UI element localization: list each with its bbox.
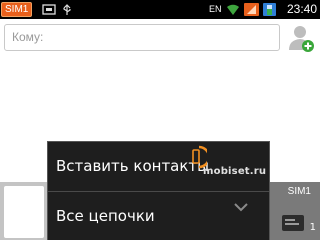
- recipient-row: Кому:: [0, 19, 320, 59]
- send-message-icon: [282, 215, 304, 231]
- sim-badge: SIM1: [1, 2, 33, 17]
- status-bar: SIM1 EN 23:40: [0, 0, 320, 19]
- message-count: 1: [309, 222, 316, 233]
- battery-icon: [263, 3, 276, 16]
- chevron-down-icon: [234, 203, 248, 212]
- sim-toggle-icon: [42, 4, 56, 15]
- watermark-text: mobiset.ru: [203, 166, 267, 177]
- recipient-input[interactable]: Кому:: [4, 24, 280, 51]
- usb-icon: [63, 4, 71, 15]
- context-menu: Вставить контакты Все цепочки: [47, 141, 270, 240]
- menu-item-all-threads[interactable]: Все цепочки: [48, 192, 269, 240]
- signal-icon: [244, 3, 259, 16]
- message-input[interactable]: [4, 186, 44, 238]
- send-sim-label: SIM1: [287, 186, 311, 197]
- add-contact-icon[interactable]: [287, 23, 315, 53]
- clock: 23:40: [286, 2, 317, 16]
- network-label: EN: [209, 4, 222, 14]
- wifi-icon: [227, 4, 239, 15]
- send-button[interactable]: SIM1 1: [270, 182, 320, 240]
